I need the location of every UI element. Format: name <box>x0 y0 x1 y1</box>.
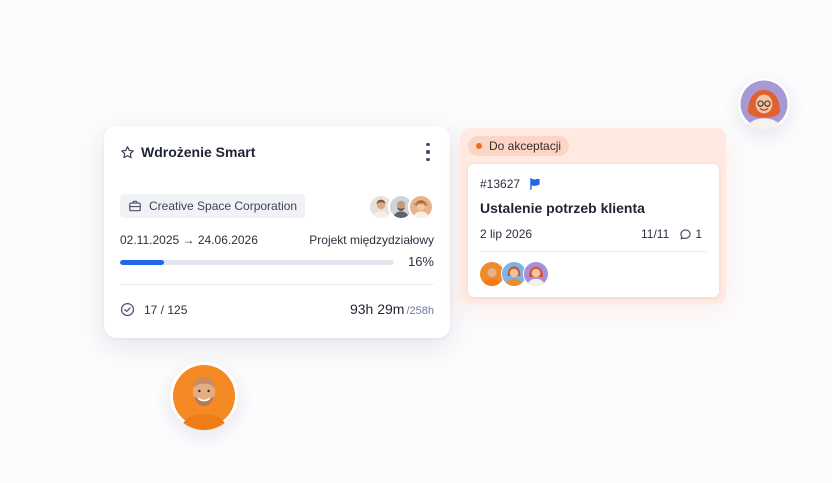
project-card[interactable]: Wdrożenie Smart Creative Space Corporati… <box>104 126 450 338</box>
menu-kebab-icon[interactable] <box>425 143 431 161</box>
project-dates: 02.11.2025 → 24.06.2026 <box>120 233 258 247</box>
comments[interactable]: 1 <box>679 227 702 241</box>
project-header: Wdrożenie Smart <box>120 144 255 160</box>
project-type: Projekt międzydziałowy <box>309 233 434 247</box>
status-column: Do akceptacji #13627 Ustalenie potrzeb k… <box>460 128 726 304</box>
time-total: /258h <box>406 305 434 317</box>
tasks-summary[interactable]: 17 / 125 <box>120 302 187 317</box>
progress-bar <box>120 260 394 265</box>
progress-fill <box>120 260 164 265</box>
task-assignees[interactable] <box>479 261 549 287</box>
avatar[interactable] <box>523 261 549 287</box>
divider <box>480 251 707 252</box>
task-id-row: #13627 <box>480 177 542 191</box>
task-date: 2 lip 2026 <box>480 227 533 241</box>
comment-icon <box>680 228 691 239</box>
subtasks-count: 11/11 <box>641 227 670 241</box>
tasks-count: 17 / 125 <box>144 302 188 317</box>
project-title: Wdrożenie Smart <box>141 144 256 160</box>
avatar[interactable] <box>408 194 434 220</box>
project-members[interactable] <box>368 194 434 220</box>
avatar[interactable] <box>738 78 790 130</box>
status-badge[interactable]: Do akceptacji <box>468 136 570 156</box>
task-title: Ustalenie potrzeb klienta <box>480 200 645 216</box>
progress-label: 16% <box>407 254 434 269</box>
briefcase-icon <box>129 200 141 212</box>
client-name: Creative Space Corporation <box>149 199 298 213</box>
divider <box>120 284 434 285</box>
flag-icon[interactable] <box>528 177 542 191</box>
status-dot <box>476 143 482 149</box>
time-tracked: 93h 29m/258h <box>350 301 434 317</box>
star-icon[interactable] <box>120 145 135 160</box>
status-label: Do akceptacji <box>489 139 562 153</box>
avatar[interactable] <box>170 362 238 430</box>
client-badge[interactable]: Creative Space Corporation <box>120 194 306 218</box>
check-circle-icon <box>120 302 135 317</box>
time-spent: 93h 29m <box>349 301 405 317</box>
comments-count: 1 <box>695 227 702 241</box>
task-card[interactable]: #13627 Ustalenie potrzeb klienta 2 lip 2… <box>468 164 719 297</box>
task-id: #13627 <box>480 177 521 191</box>
